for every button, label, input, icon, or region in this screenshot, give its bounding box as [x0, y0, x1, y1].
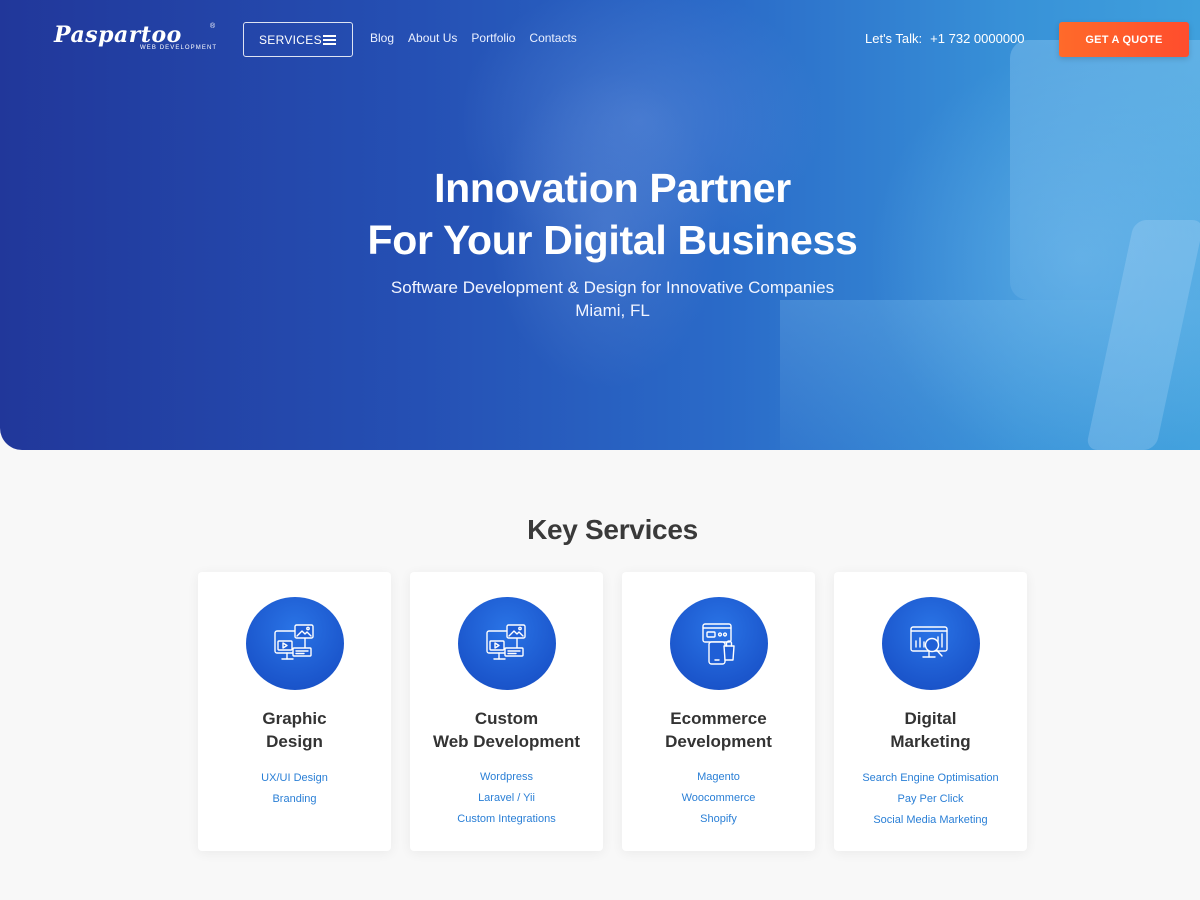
hero-photo-desk [780, 300, 1200, 450]
hero-subtitle-line-1: Software Development & Design for Innova… [390, 278, 835, 297]
card-title-line-2: Development [665, 732, 772, 751]
card-title-line-1: Digital [904, 709, 957, 728]
card-title-line-2: Design [266, 732, 323, 751]
service-card-graphic-design[interactable]: Graphic Design UX/UI Design Branding [198, 572, 391, 851]
service-card-digital-marketing[interactable]: Digital Marketing Search Engine Optimisa… [834, 572, 1027, 851]
link-wordpress[interactable]: Wordpress [410, 767, 603, 788]
link-social-media-marketing[interactable]: Social Media Marketing [834, 810, 1027, 831]
card-title: Graphic Design [198, 707, 391, 753]
hero-title-line-1: Innovation Partner [434, 165, 791, 211]
card-title: Digital Marketing [834, 707, 1027, 753]
link-custom-integrations[interactable]: Custom Integrations [410, 809, 603, 830]
nav-link-blog[interactable]: Blog [370, 31, 394, 45]
card-title-line-1: Ecommerce [670, 709, 767, 728]
link-ux-ui-design[interactable]: UX/UI Design [198, 768, 391, 789]
services-menu-label: SERVICES [259, 32, 322, 47]
card-links: Search Engine Optimisation Pay Per Click… [834, 768, 1027, 831]
nav-link-contacts[interactable]: Contacts [529, 31, 576, 45]
nav-link-portfolio[interactable]: Portfolio [471, 31, 515, 45]
card-links: UX/UI Design Branding [198, 768, 391, 810]
card-title-line-1: Graphic [262, 709, 327, 728]
hamburger-menu-icon [323, 35, 336, 45]
get-a-quote-button[interactable]: GET A QUOTE [1059, 22, 1189, 57]
card-title-line-1: Custom [474, 709, 539, 728]
link-laravel-yii[interactable]: Laravel / Yii [410, 788, 603, 809]
phone-number-link[interactable]: +1 732 0000000 [930, 31, 1024, 46]
logo[interactable]: Paspartoo ® WEB DEVELOPMENT [54, 22, 224, 56]
design-screen-icon [245, 597, 344, 690]
contact-phone-block: Let's Talk: +1 732 0000000 [865, 31, 1025, 46]
card-links: Magento Woocommerce Shopify [622, 767, 815, 830]
link-shopify[interactable]: Shopify [622, 809, 815, 830]
card-title: Custom Web Development [410, 707, 603, 753]
service-card-ecommerce-development[interactable]: Ecommerce Development Magento Woocommerc… [622, 572, 815, 851]
hero-subtitle: Software Development & Design for Innova… [0, 276, 1200, 322]
link-search-engine-optimisation[interactable]: Search Engine Optimisation [834, 768, 1027, 789]
link-branding[interactable]: Branding [198, 789, 391, 810]
hero-subtitle-line-2: Miami, FL [575, 301, 650, 320]
web-dev-screen-icon [457, 597, 556, 690]
card-links: Wordpress Laravel / Yii Custom Integrati… [410, 767, 603, 830]
card-title: Ecommerce Development [622, 707, 815, 753]
logo-registered-mark: ® [210, 23, 216, 30]
main-nav: Blog About Us Portfolio Contacts [370, 31, 591, 45]
link-pay-per-click[interactable]: Pay Per Click [834, 789, 1027, 810]
ecommerce-icon [669, 597, 768, 690]
card-title-line-2: Web Development [432, 732, 581, 751]
key-services-heading: Key Services [527, 514, 698, 545]
link-magento[interactable]: Magento [622, 767, 815, 788]
nav-link-about-us[interactable]: About Us [408, 31, 457, 45]
hero-title: Innovation Partner For Your Digital Busi… [0, 162, 1200, 266]
services-menu-button[interactable]: SERVICES [243, 22, 353, 57]
logo-tagline: WEB DEVELOPMENT [140, 45, 218, 51]
service-card-custom-web-development[interactable]: Custom Web Development Wordpress Laravel… [410, 572, 603, 851]
hero-title-line-2: For Your Digital Business [367, 217, 858, 263]
marketing-analytics-icon [881, 597, 980, 690]
link-woocommerce[interactable]: Woocommerce [622, 788, 815, 809]
card-title-line-2: Marketing [890, 732, 971, 751]
talk-label: Let's Talk: [865, 31, 923, 46]
